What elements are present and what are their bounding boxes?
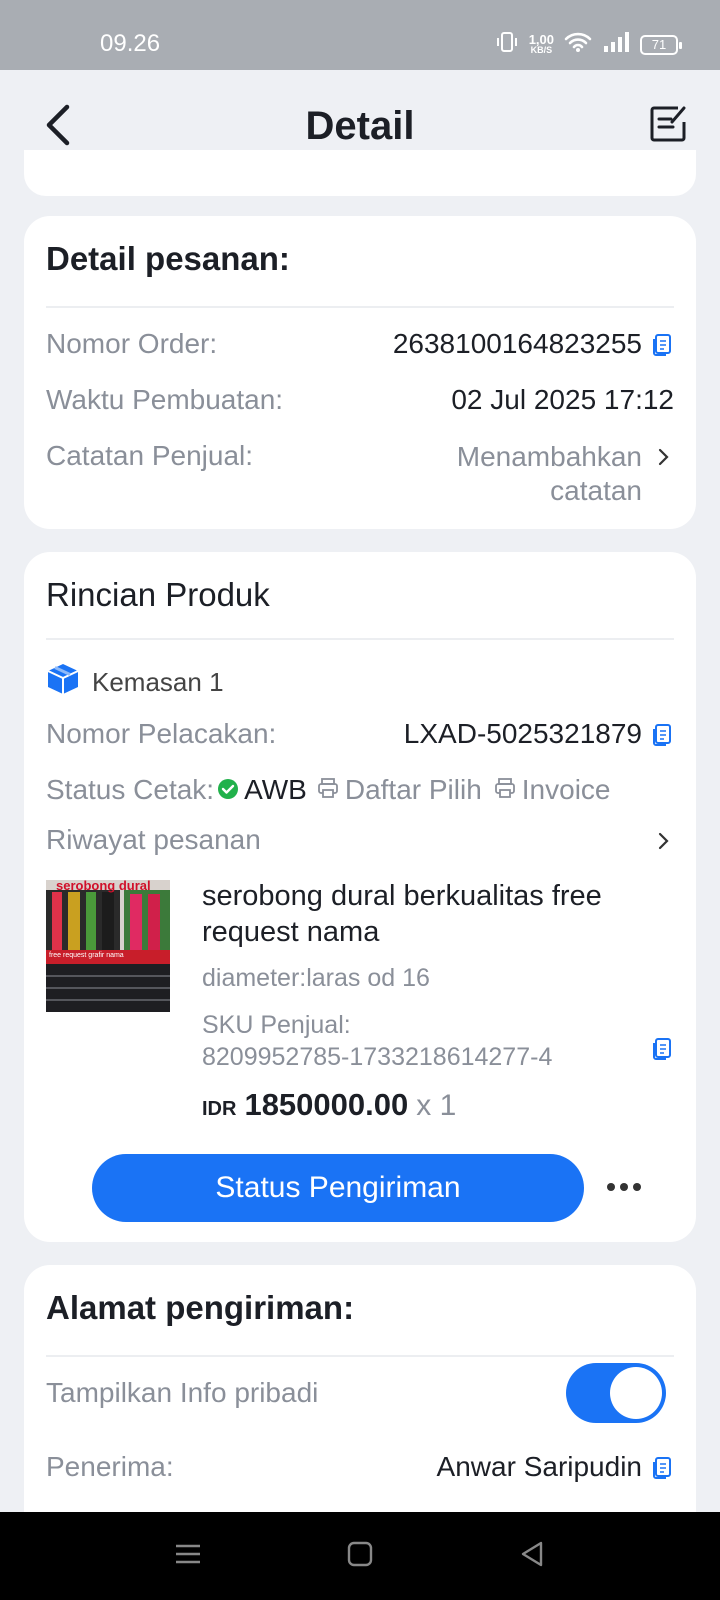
print-status-row: Status Cetak: AWB Daftar Pilih Invoice <box>46 774 623 806</box>
seller-note-label: Catatan Penjual: <box>46 440 254 471</box>
show-info-toggle[interactable] <box>566 1363 666 1423</box>
order-detail-card: Detail pesanan: Nomor Order: 26381001648… <box>24 216 696 529</box>
system-nav-bar <box>0 1512 720 1600</box>
tracking-value-wrap: LXAD-5025321879 <box>404 718 674 750</box>
product-name[interactable]: serobong dural berkualitas free request … <box>202 878 674 950</box>
battery-icon: 71 <box>640 34 682 55</box>
check-circle-icon <box>218 774 239 806</box>
previous-card-edge <box>24 150 696 196</box>
square-icon <box>347 1541 373 1572</box>
more-dot <box>633 1183 641 1191</box>
net-speed-unit: KB/S <box>530 44 553 55</box>
divider <box>46 1355 674 1357</box>
order-number-row: Nomor Order: 2638100164823255 <box>46 328 674 362</box>
created-time-label: Waktu Pembuatan: <box>46 384 284 415</box>
package-box-icon <box>46 662 80 703</box>
created-time-row: Waktu Pembuatan: 02 Jul 2025 17:12 <box>46 384 674 418</box>
page-title: Detail <box>305 104 415 148</box>
print-pick-list-label: Daftar Pilih <box>344 774 482 805</box>
net-speed-value: 1,00 <box>528 31 554 47</box>
seller-note-link[interactable]: Menambahkan catatan <box>457 440 642 508</box>
print-invoice-link[interactable]: Invoice <box>494 774 611 806</box>
recipient-name: Anwar Saripudin <box>436 1451 642 1482</box>
status-time: 09.26 <box>100 30 161 57</box>
product-detail-title: Rincian Produk <box>46 576 270 613</box>
home-button[interactable] <box>342 1538 378 1574</box>
print-invoice-label: Invoice <box>521 774 611 805</box>
vibrate-icon <box>495 30 519 59</box>
divider <box>46 306 674 308</box>
toggle-knob <box>610 1367 662 1419</box>
sku-value: 8209952785-1733218614277-4 <box>202 1043 553 1071</box>
product-image-caption: free request grafir nama <box>49 952 124 959</box>
seller-note-line2: catatan <box>550 475 642 506</box>
order-detail-title: Detail pesanan: <box>46 240 290 277</box>
price-amount: 1850000.00 <box>244 1087 409 1122</box>
copy-icon[interactable] <box>652 332 674 356</box>
product-detail-card: Rincian Produk Kemasan 1 Nomor Pelacakan… <box>24 552 696 1242</box>
order-number-value-wrap: 2638100164823255 <box>393 328 674 360</box>
more-dot <box>620 1183 628 1191</box>
shipping-status-button[interactable]: Status Pengiriman <box>92 1154 584 1222</box>
shipping-address-title: Alamat pengiriman: <box>46 1289 355 1326</box>
recipient-row: Penerima: Anwar Saripudin <box>46 1451 674 1485</box>
order-number-value: 2638100164823255 <box>392 328 642 359</box>
more-dots-icon <box>607 1183 615 1191</box>
menu-lines-icon <box>174 1542 202 1571</box>
chevron-right-icon <box>654 440 674 474</box>
status-bar: 09.26 1,00 KB/S 71 <box>0 0 720 70</box>
triangle-back-icon <box>519 1540 545 1573</box>
status-icons: 1,00 KB/S 71 <box>495 30 682 59</box>
wifi-icon <box>564 31 592 58</box>
edit-note-button[interactable] <box>648 104 694 150</box>
product-info: serobong dural berkualitas free request … <box>202 878 674 1123</box>
signal-icon <box>602 31 630 58</box>
back-nav-button[interactable] <box>514 1538 550 1574</box>
recent-apps-button[interactable] <box>170 1538 206 1574</box>
created-time-value: 02 Jul 2025 17:12 <box>451 384 674 415</box>
net-speed: 1,00 KB/S <box>528 31 554 56</box>
tracking-number: LXAD-5025321879 <box>403 718 642 749</box>
tracking-row: Nomor Pelacakan: LXAD-5025321879 <box>46 718 674 752</box>
product-variant: diameter:laras od 16 <box>202 964 430 992</box>
divider <box>46 638 674 640</box>
copy-icon[interactable] <box>652 1037 674 1061</box>
package-label: Kemasan 1 <box>92 667 224 697</box>
chevron-right-icon <box>654 824 674 858</box>
order-number-label: Nomor Order: <box>46 328 218 359</box>
product-quantity: x 1 <box>416 1089 457 1122</box>
tracking-label: Nomor Pelacakan: <box>46 718 277 749</box>
print-awb[interactable]: AWB <box>244 774 307 806</box>
printer-icon <box>317 774 339 806</box>
product-image[interactable]: serobong dural free request grafir nama <box>46 880 170 1012</box>
price-currency: IDR <box>202 1098 237 1120</box>
print-pick-list-link[interactable]: Daftar Pilih <box>317 774 482 806</box>
order-history-label: Riwayat pesanan <box>46 824 261 855</box>
show-info-row: Tampilkan Info pribadi <box>46 1363 674 1423</box>
order-history-row[interactable]: Riwayat pesanan <box>46 824 674 858</box>
recipient-label: Penerima: <box>46 1451 174 1482</box>
package-row: Kemasan 1 <box>46 662 224 703</box>
seller-note-line1: Menambahkan <box>456 441 642 472</box>
recipient-value-wrap: Anwar Saripudin <box>437 1451 674 1483</box>
more-options-button[interactable] <box>604 1172 644 1202</box>
product-image-title: serobong dural <box>56 880 151 893</box>
sku-label: SKU Penjual: <box>202 1011 351 1039</box>
edit-note-icon <box>648 106 688 148</box>
copy-icon[interactable] <box>652 1455 674 1479</box>
print-status-label: Status Cetak: <box>46 774 215 805</box>
printer-icon <box>494 774 516 806</box>
product-price: IDR 1850000.00 x 1 <box>202 1087 674 1123</box>
show-info-label: Tampilkan Info pribadi <box>46 1377 319 1408</box>
seller-note-row[interactable]: Catatan Penjual: Menambahkan catatan <box>46 440 674 510</box>
copy-icon[interactable] <box>652 722 674 746</box>
